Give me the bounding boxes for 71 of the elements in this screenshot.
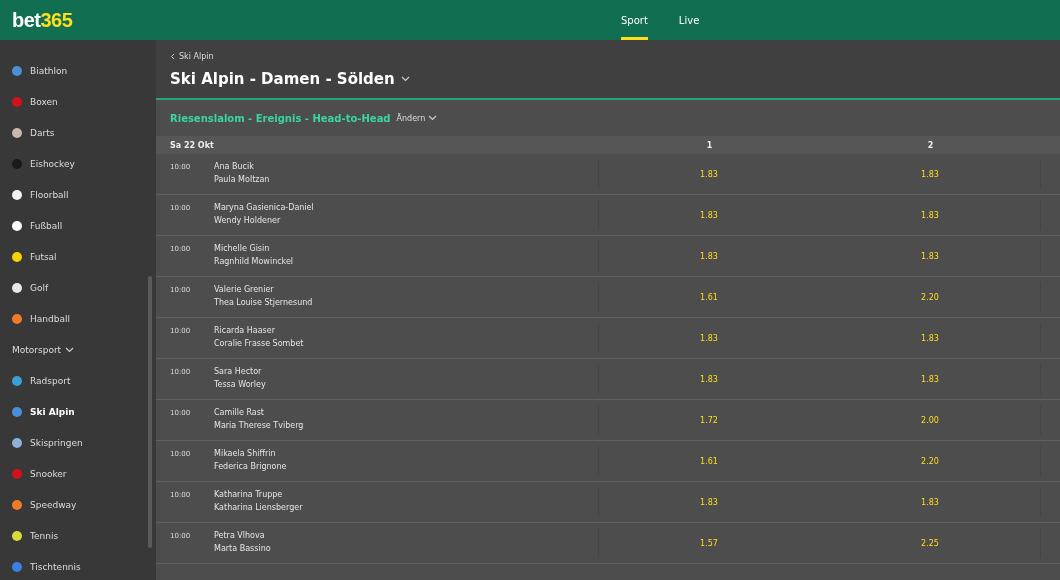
odds-button[interactable]: 1.83 [599,364,820,394]
odds-button[interactable]: 1.83 [820,323,1041,353]
participant-name: Thea Louise Stjernesund [214,298,313,307]
odds-button[interactable]: 2.20 [820,446,1041,476]
odds-button[interactable]: 1.61 [599,282,820,312]
odds-button[interactable]: 1.83 [820,200,1041,230]
back-icon [170,53,175,60]
sidebar-item[interactable]: Golf [0,272,49,303]
participant-name: Marta Bassino [214,544,271,553]
odds-button[interactable]: 1.83 [599,200,820,230]
odds-button[interactable]: 2.20 [820,282,1041,312]
chevron-down-icon [400,76,410,82]
sidebar-group[interactable]: Motorsport [0,334,75,365]
odds-button[interactable]: 2.25 [820,528,1041,558]
nav-tab[interactable]: Live [678,0,700,40]
participant-name: Valerie Grenier [214,285,275,294]
participant-name: Katharina Truppe [214,490,284,499]
page-title: Ski Alpin - Damen - Sölden [170,70,395,88]
change-button[interactable]: Ändern [396,113,438,123]
sidebar-item[interactable]: Snooker [0,458,67,489]
odds-button[interactable]: 1.83 [820,487,1041,517]
participant-name: Wendy Holdener [214,216,282,225]
participant-name: Ragnhild Mowinckel [214,257,294,266]
sidebar-item[interactable]: Floorball [0,179,69,210]
market-title: Riesenslalom - Ereignis - Head-to-Head [170,112,391,124]
odds-button[interactable]: 1.83 [820,364,1041,394]
chevron-down-icon [428,115,438,121]
sidebar-item[interactable]: Tennis [0,520,59,551]
sidebar-item[interactable]: Speedway [0,489,77,520]
odds-button[interactable]: 1.83 [599,487,820,517]
chevron-down-icon [65,346,75,353]
sidebar-item[interactable]: Fußball [0,210,63,241]
sidebar-item[interactable]: Biathlon [0,55,68,86]
scrollbar[interactable] [148,276,152,548]
sidebar-item[interactable]: Handball [0,303,70,334]
column-header: 1 [705,140,714,150]
odds-button[interactable]: 1.57 [599,528,820,558]
participant-name: Maria Therese Tviberg [214,421,304,430]
sidebar-item[interactable]: Ski Alpin [0,396,75,427]
participant-name: Petra Vlhova [214,531,266,540]
back-link[interactable]: Ski Alpin [170,40,214,61]
odds-button[interactable]: 1.83 [599,159,820,189]
column-header: 2 [926,140,935,150]
participant-name: Sara Hector [214,367,263,376]
sidebar-item[interactable]: Radsport [0,365,71,396]
sidebar-item[interactable]: Futsal [0,241,57,272]
logo[interactable]: bet365 [12,8,73,32]
sidebar-item[interactable]: Darts [0,117,55,148]
participant-name: Ana Bucik [214,162,255,171]
odds-button[interactable]: 1.83 [599,323,820,353]
sidebar-item[interactable]: Boxen [0,86,58,117]
date-label: Sa 22 Okt [169,140,215,150]
participant-name: Federica Brignone [214,462,287,471]
participant-name: Maryna Gasienica-Daniel [214,203,314,212]
participant-name: Katharina Liensberger [214,503,303,512]
participant-name: Mikaela Shiffrin [214,449,277,458]
participant-name: Ricarda Haaser [214,326,276,335]
odds-button[interactable]: 1.83 [599,241,820,271]
participant-name: Coralie Frasse Sombet [214,339,304,348]
odds-button[interactable]: 1.61 [599,446,820,476]
sidebar-item[interactable]: Eishockey [0,148,75,179]
odds-button[interactable]: 1.83 [820,241,1041,271]
participant-name: Michelle Gisin [214,244,271,253]
odds-button[interactable]: 1.72 [599,405,820,435]
odds-button[interactable]: 1.83 [820,159,1041,189]
sidebar-item[interactable]: Tischtennis [0,551,81,580]
participant-name: Tessa Worley [214,380,266,389]
participant-name: Paula Moltzan [214,175,270,184]
participant-name: Camille Rast [214,408,265,417]
sidebar-item[interactable]: Skispringen [0,427,83,458]
odds-button[interactable]: 2.00 [820,405,1041,435]
